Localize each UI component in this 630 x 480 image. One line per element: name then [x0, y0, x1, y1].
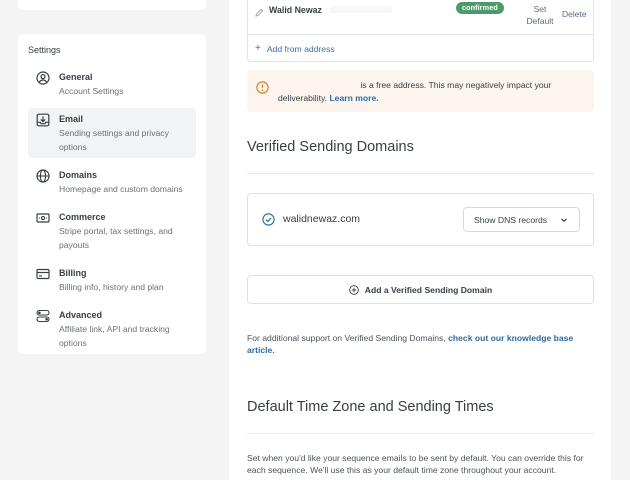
divider: [247, 433, 594, 434]
inbox-download-icon: [36, 113, 50, 127]
from-address-row: Walid Newaz confirmed Set Default Delete: [248, 0, 593, 35]
sidebar-item-advanced[interactable]: Advanced Affiliate link, API and trackin…: [28, 304, 196, 354]
add-from-address-link[interactable]: + Add from address: [255, 43, 335, 54]
sidebar-item-title: General: [59, 72, 93, 82]
check-circle-icon: [262, 213, 275, 226]
divider: [247, 173, 594, 174]
time-zone-description: Set when you'd like your sequence emails…: [247, 453, 584, 475]
sidebar-item-billing[interactable]: Billing Billing info, history and plan: [28, 262, 196, 298]
from-name: Walid Newaz: [269, 5, 322, 15]
learn-more-link[interactable]: Learn more.: [329, 93, 378, 103]
sidebar-top-card: [18, 0, 206, 10]
sidebar-item-title: Advanced: [59, 310, 103, 320]
delete-link[interactable]: Delete: [562, 9, 587, 19]
sidebar-item-title: Email: [59, 114, 84, 124]
add-verified-domain-label: Add a Verified Sending Domain: [364, 284, 493, 295]
from-addresses-list: Walid Newaz confirmed Set Default Delete…: [247, 0, 594, 62]
email-settings-panel: Walid Newaz confirmed Set Default Delete…: [229, 0, 611, 480]
plus-circle-icon: [348, 284, 359, 295]
set-default-link[interactable]: Set Default: [524, 3, 556, 27]
status-badge: confirmed: [456, 2, 504, 14]
sidebar-item-email[interactable]: Email Sending settings and privacy optio…: [28, 108, 196, 158]
chevron-down-icon: [560, 216, 568, 224]
warning-text: is a free address. This may negatively i…: [278, 79, 588, 104]
support-message: For additional support on Verified Sendi…: [247, 333, 446, 343]
sidebar-item-subtitle: Affiliate link, API and tracking options: [59, 324, 170, 348]
show-dns-records-label: Show DNS records: [474, 214, 548, 225]
globe-icon: [36, 169, 50, 183]
sidebar-item-subtitle: Sending settings and privacy options: [59, 128, 169, 152]
section-title-time-zone: Default Time Zone and Sending Times: [247, 399, 494, 415]
pencil-icon[interactable]: [255, 8, 264, 17]
sidebar-item-subtitle: Account Settings: [59, 86, 124, 96]
warning-message: is a free address. This may negatively i…: [278, 80, 552, 103]
toggles-icon: [36, 309, 50, 323]
sidebar-heading: Settings: [28, 45, 61, 55]
credit-card-icon: [36, 267, 50, 281]
verified-domain-card: walidnewaz.com Show DNS records: [247, 193, 594, 246]
deliverability-warning: is a free address. This may negatively i…: [247, 70, 594, 112]
plus-icon: +: [255, 43, 261, 54]
sidebar-item-subtitle: Homepage and custom domains: [59, 184, 183, 194]
sidebar-item-domains[interactable]: Domains Homepage and custom domains: [28, 164, 196, 200]
sidebar-item-title: Domains: [59, 170, 98, 180]
section-title-verified-domains: Verified Sending Domains: [247, 139, 414, 155]
add-verified-domain-button[interactable]: Add a Verified Sending Domain: [247, 275, 594, 304]
redacted-email: [330, 6, 392, 13]
sidebar-item-title: Billing: [59, 268, 87, 278]
domain-name: walidnewaz.com: [283, 213, 361, 225]
settings-sidebar: Settings General Account Settings Email …: [18, 34, 206, 354]
sidebar-item-subtitle: Billing info, history and plan: [59, 282, 164, 292]
show-dns-records-button[interactable]: Show DNS records: [463, 207, 580, 232]
user-circle-icon: [36, 71, 50, 85]
sidebar-item-general[interactable]: General Account Settings: [28, 66, 196, 102]
sidebar-item-title: Commerce: [59, 212, 106, 222]
sidebar-item-subtitle: Stripe portal, tax settings, and payouts: [59, 226, 173, 250]
support-text: For additional support on Verified Sendi…: [247, 332, 594, 356]
cash-icon: [36, 211, 50, 225]
add-from-address-label: Add from address: [266, 43, 335, 54]
sidebar-item-commerce[interactable]: Commerce Stripe portal, tax settings, an…: [28, 206, 196, 256]
warning-icon: [256, 81, 269, 94]
